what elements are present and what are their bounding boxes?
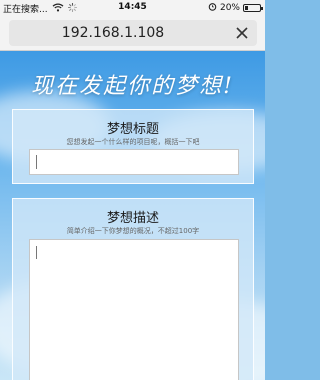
close-icon <box>236 27 248 39</box>
description-card-heading: 梦想描述 <box>106 211 159 226</box>
title-card-heading: 梦想标题 <box>106 122 159 137</box>
alarm-icon <box>208 2 217 14</box>
battery-icon <box>243 4 263 12</box>
close-button[interactable] <box>231 22 253 44</box>
description-card-hint: 简单介绍一下你梦想的概况，不超过100字 <box>66 227 200 235</box>
battery-fill <box>245 6 248 10</box>
url-field[interactable]: 192.168.1.108 <box>9 20 257 46</box>
text-caret <box>36 246 37 259</box>
dream-title-input[interactable] <box>29 149 239 175</box>
status-right: 20% <box>208 2 263 14</box>
title-card: 梦想标题 您想发起一个什么样的项目呢，概括一下吧 <box>12 109 254 184</box>
description-card: 梦想描述 简单介绍一下你梦想的概况，不超过100字 <box>12 198 254 380</box>
text-caret <box>36 155 37 169</box>
title-card-hint: 您想发起一个什么样的项目呢，概括一下吧 <box>66 138 200 146</box>
status-bar: 正在搜索... 14:45 20% <box>0 0 265 16</box>
battery-percent: 20% <box>219 3 240 13</box>
web-page: 现在发起你的梦想! 梦想标题 您想发起一个什么样的项目呢，概括一下吧 梦想描述 … <box>0 51 265 380</box>
url-text: 192.168.1.108 <box>61 25 165 41</box>
page-title: 现在发起你的梦想! <box>31 74 234 99</box>
browser-toolbar: 192.168.1.108 <box>0 16 265 66</box>
dream-description-textarea[interactable] <box>29 239 239 380</box>
